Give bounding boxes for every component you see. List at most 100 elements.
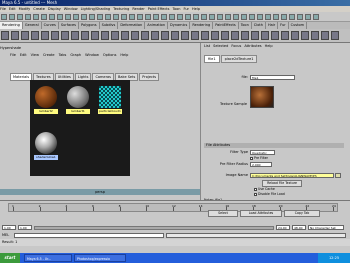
shelf-tool-icon[interactable] [261, 31, 269, 40]
shelf-tool-icon[interactable] [91, 31, 99, 40]
toolbar-tool-icon[interactable] [41, 14, 47, 20]
load-attributes-button[interactable]: Load Attributes [240, 210, 282, 217]
hypershade-menu-item[interactable]: Help [120, 53, 128, 57]
toolbar-tool-icon[interactable] [257, 14, 263, 20]
toolbar-tool-icon[interactable] [249, 14, 255, 20]
mel-input[interactable] [14, 233, 164, 238]
hypershade-menu-item[interactable]: Graph [70, 53, 81, 57]
shelf-tab[interactable]: Dynamics [168, 22, 191, 29]
shelf-tool-icon[interactable] [301, 31, 309, 40]
swatch-lambert2[interactable]: lambert2 [34, 86, 58, 116]
pre-filter-checkbox[interactable]: Pre Filter [250, 156, 268, 161]
hypershade-menu-item[interactable]: Create [43, 53, 55, 57]
shelf-tab[interactable]: Toon [239, 22, 252, 29]
range-start-field[interactable]: 1.00 [2, 225, 16, 230]
shelf-tab[interactable]: Animation [145, 22, 169, 29]
shelf-tool-icon[interactable] [161, 31, 169, 40]
shelf-tool-icon[interactable] [171, 31, 179, 40]
shelf-tool-icon[interactable] [151, 31, 159, 40]
shelf-tool-icon[interactable] [191, 31, 199, 40]
shelf-tool-icon[interactable] [141, 31, 149, 40]
menu-item[interactable]: Render [132, 7, 144, 11]
menu-item[interactable]: Create [33, 7, 45, 11]
shelf-tool-icon[interactable] [181, 31, 189, 40]
toolbar-tool-icon[interactable] [313, 14, 319, 20]
toolbar-tool-icon[interactable] [265, 14, 271, 20]
shelf-tool-icon[interactable] [321, 31, 329, 40]
toolbar-tool-icon[interactable] [297, 14, 303, 20]
shelf-tool-icon[interactable] [311, 31, 319, 40]
shelf-tool-icon[interactable] [201, 31, 209, 40]
attribute-editor-tab[interactable]: file1 [204, 55, 220, 63]
menu-item[interactable]: Window [64, 7, 78, 11]
swatch-lambert1[interactable]: lambert1 [66, 86, 90, 116]
toolbar-tool-icon[interactable] [169, 14, 175, 20]
toolbar-tool-icon[interactable] [281, 14, 287, 20]
menu-item[interactable]: Toon [172, 7, 180, 11]
shelf-tool-icon[interactable] [61, 31, 69, 40]
shelf-tab[interactable]: Fur [278, 22, 289, 29]
toolbar-tool-icon[interactable] [233, 14, 239, 20]
toolbar-tool-icon[interactable] [241, 14, 247, 20]
hypershade-tab[interactable]: Materials [10, 73, 33, 81]
range-start-inner-field[interactable]: 1.00 [18, 225, 32, 230]
toolbar-tool-icon[interactable] [177, 14, 183, 20]
hypershade-menu-item[interactable]: View [31, 53, 39, 57]
attribute-editor-menu-item[interactable]: List [204, 44, 210, 48]
shelf-tab[interactable]: Hair [266, 22, 279, 29]
shelf-tool-icon[interactable] [31, 31, 39, 40]
swatch-particlecloud1[interactable]: particleCloud1 [98, 86, 122, 116]
toolbar-tool-icon[interactable] [161, 14, 167, 20]
pre-filter-radius-field[interactable]: 2.000 [250, 162, 272, 167]
shelf-tool-icon[interactable] [51, 31, 59, 40]
toolbar-tool-icon[interactable] [105, 14, 111, 20]
task-maya[interactable]: Maya 6.5 - Ur... [24, 254, 72, 262]
hypershade-menu-item[interactable]: Options [103, 53, 117, 57]
toolbar-tool-icon[interactable] [57, 14, 63, 20]
toolbar-tool-icon[interactable] [145, 14, 151, 20]
hypershade-menu-item[interactable]: Window [85, 53, 99, 57]
range-slider[interactable] [34, 226, 274, 230]
toolbar-tool-icon[interactable] [137, 14, 143, 20]
attribute-editor-menu-item[interactable]: Selected [213, 44, 228, 48]
shelf-tool-icon[interactable] [121, 31, 129, 40]
menu-item[interactable]: Lighting/Shading [81, 7, 111, 11]
shelf-tab[interactable]: Curves [42, 22, 59, 29]
range-total-field[interactable]: 48.00 [292, 225, 306, 230]
menu-item[interactable]: Edit [9, 7, 16, 11]
toolbar-tool-icon[interactable] [225, 14, 231, 20]
shelf-tool-icon[interactable] [281, 31, 289, 40]
disable-load-checkbox[interactable]: Disable File Load [254, 192, 285, 197]
swatch-shaderglow1[interactable]: shaderGlow1 [34, 132, 58, 162]
shelf-tool-icon[interactable] [251, 31, 259, 40]
menu-item[interactable]: Modify [19, 7, 31, 11]
toolbar-tool-icon[interactable] [1, 14, 7, 20]
attribute-editor-menu-item[interactable]: Help [265, 44, 273, 48]
shelf-tool-icon[interactable] [21, 31, 29, 40]
copy-tab-button[interactable]: Copy Tab [284, 210, 320, 217]
file-attributes-section[interactable]: File Attributes [204, 143, 344, 148]
menu-item[interactable]: Fur [184, 7, 189, 11]
toolbar-tool-icon[interactable] [289, 14, 295, 20]
shelf-tool-icon[interactable] [101, 31, 109, 40]
toolbar-tool-icon[interactable] [113, 14, 119, 20]
toolbar-tool-icon[interactable] [49, 14, 55, 20]
shelf-tool-icon[interactable] [41, 31, 49, 40]
shelf-tool-icon[interactable] [1, 31, 9, 40]
toolbar-tool-icon[interactable] [17, 14, 23, 20]
reload-texture-button[interactable]: Reload File Texture [262, 180, 302, 187]
character-set-select[interactable]: No Character Set [308, 225, 344, 230]
toolbar-tool-icon[interactable] [209, 14, 215, 20]
toolbar-tool-icon[interactable] [305, 14, 311, 20]
toolbar-tool-icon[interactable] [65, 14, 71, 20]
range-end-field[interactable]: 24.00 [276, 225, 290, 230]
folder-icon[interactable] [335, 173, 341, 178]
toolbar-tool-icon[interactable] [9, 14, 15, 20]
menu-item[interactable]: Texturing [113, 7, 129, 11]
image-name-field[interactable]: C:/Documents and Settings/ALIGNWAVE/Ph [250, 173, 334, 178]
filter-type-select[interactable]: Quadratic [250, 150, 275, 155]
name-field[interactable]: file1 [250, 75, 295, 80]
toolbar-tool-icon[interactable] [73, 14, 79, 20]
shelf-tool-icon[interactable] [241, 31, 249, 40]
toolbar-tool-icon[interactable] [97, 14, 103, 20]
